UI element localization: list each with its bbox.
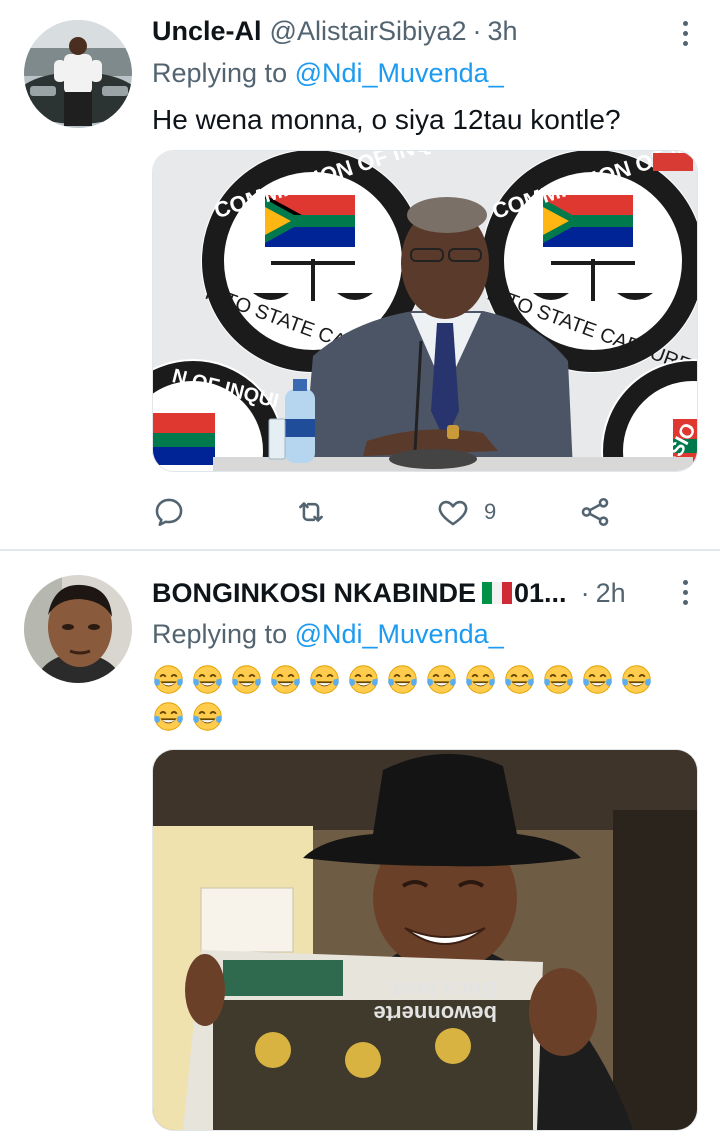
tears-of-joy-emoji: [622, 665, 651, 694]
retweet-icon: [299, 502, 323, 522]
tears-of-joy-emoji: [232, 665, 261, 694]
tweet-text: He wena monna, o siya 12tau kontle?: [152, 104, 621, 135]
newspaper: Bucs beat bewonnerte: [183, 950, 543, 1130]
tears-of-joy-emoji: [544, 665, 573, 694]
tweet-image[interactable]: COMMISSION OF INQUIRY INTO STATE CAPTURE…: [152, 150, 698, 472]
tweet-image[interactable]: Bucs beat bewonnerte: [152, 749, 698, 1131]
separator-dot: ·: [580, 578, 590, 608]
display-name[interactable]: BONGINKOSI NKABINDE 01...: [152, 578, 567, 609]
tears-of-joy-emoji: [427, 665, 456, 694]
share-button[interactable]: [578, 492, 612, 532]
more-options-icon[interactable]: [680, 577, 690, 609]
tweet-header: BONGINKOSI NKABINDE 01... · 2h: [152, 578, 666, 610]
more-options-icon[interactable]: [680, 18, 690, 50]
tears-of-joy-emoji: [193, 702, 222, 731]
tears-of-joy-emoji: [310, 665, 339, 694]
water-bottle: [285, 379, 315, 463]
tears-of-joy-emoji: [388, 665, 417, 694]
tweet-header: Uncle-Al @AlistairSibiya2 · 3h: [152, 16, 666, 48]
tears-of-joy-emoji: [466, 665, 495, 694]
share-icon: [581, 497, 609, 527]
like-button[interactable]: 9: [436, 492, 496, 532]
tears-of-joy-emoji: [154, 665, 183, 694]
reply-icon: [155, 498, 183, 527]
replying-label: Replying to: [152, 58, 288, 88]
tears-of-joy-emoji: [193, 665, 222, 694]
tears-of-joy-emoji: [583, 665, 612, 694]
tweet-emoji-text: [152, 663, 672, 733]
display-name[interactable]: Uncle-Al: [152, 16, 262, 47]
italy-flag-icon: [482, 580, 513, 604]
timestamp[interactable]: 3h: [488, 16, 518, 47]
display-name-suffix: 01...: [514, 578, 567, 608]
like-count: 9: [484, 499, 497, 524]
separator-dot: ·: [472, 16, 482, 46]
tears-of-joy-emoji: [154, 702, 183, 731]
tears-of-joy-emoji: [505, 665, 534, 694]
replying-to: Replying to @Ndi_Muvenda_: [152, 619, 504, 650]
tears-of-joy-emoji: [349, 665, 378, 694]
reply-mention-link[interactable]: @Ndi_Muvenda_: [295, 58, 504, 88]
avatar[interactable]: [24, 20, 132, 128]
replying-label: Replying to: [152, 619, 288, 649]
avatar[interactable]: [24, 575, 132, 683]
tweet-1[interactable]: Uncle-Al @AlistairSibiya2 · 3h Replying …: [0, 0, 720, 550]
newspaper-headline-1: Bucs beat: [391, 977, 497, 1002]
heart-icon: [438, 500, 468, 526]
reply-button[interactable]: [152, 492, 200, 532]
retweet-button[interactable]: [294, 492, 342, 532]
timestamp[interactable]: 2h: [596, 578, 626, 609]
tweet-actions: 9: [152, 492, 632, 532]
newspaper-headline-2: bewonnerte: [374, 1001, 497, 1026]
tears-of-joy-emoji: [271, 665, 300, 694]
display-name-text: BONGINKOSI NKABINDE: [152, 578, 477, 608]
reply-mention-link[interactable]: @Ndi_Muvenda_: [295, 619, 504, 649]
tweet-2[interactable]: BONGINKOSI NKABINDE 01... · 2h Replying t…: [0, 551, 720, 1131]
user-handle[interactable]: @AlistairSibiya2: [270, 16, 467, 47]
replying-to: Replying to @Ndi_Muvenda_: [152, 58, 504, 89]
